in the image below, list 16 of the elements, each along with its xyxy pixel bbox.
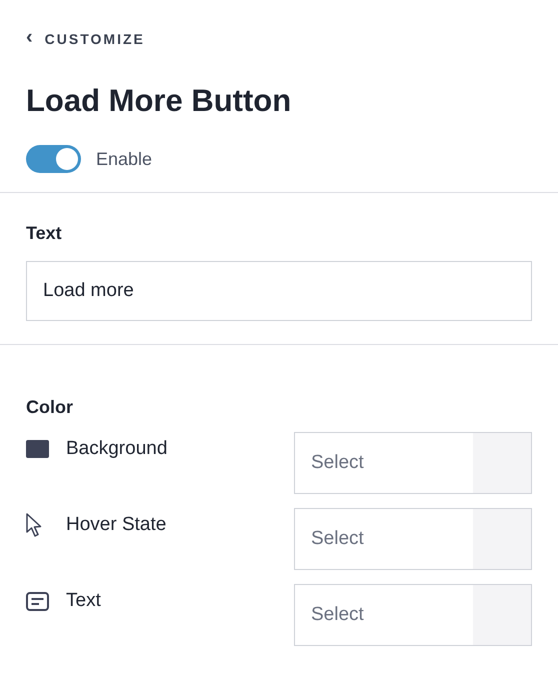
color-select-field[interactable]: Select xyxy=(294,432,532,494)
toggle-label: Enable xyxy=(96,148,152,170)
color-select-field[interactable]: Select xyxy=(294,584,532,646)
cursor-icon xyxy=(26,513,42,538)
color-option-label: Hover State xyxy=(66,514,166,536)
page-title: Load More Button xyxy=(26,82,292,120)
color-swatch-icon xyxy=(26,440,49,458)
color-select-field[interactable]: Select xyxy=(294,508,532,570)
text-block-icon xyxy=(26,592,49,611)
section-label: Text xyxy=(26,223,63,244)
color-option-label: Background xyxy=(66,438,168,460)
section-label: Color xyxy=(26,397,74,418)
back-link[interactable]: ‹ CUSTOMIZE xyxy=(26,30,145,47)
text-input-field[interactable]: Load more xyxy=(26,261,532,322)
enable-toggle[interactable] xyxy=(26,145,81,174)
color-option-label: Text xyxy=(66,590,101,612)
